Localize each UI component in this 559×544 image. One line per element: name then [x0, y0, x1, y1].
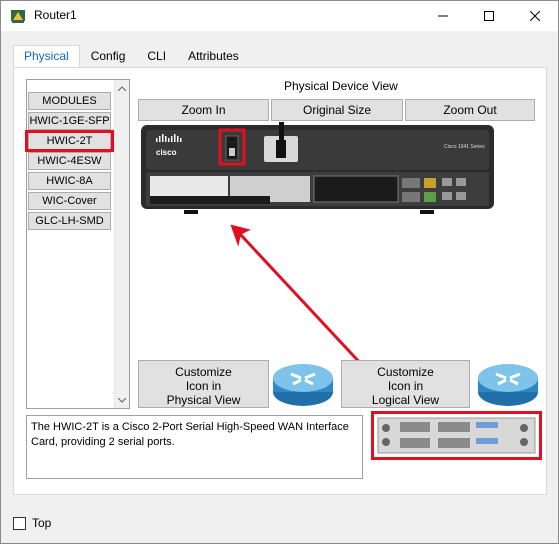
maximize-icon — [484, 11, 494, 21]
power-switch-toggle — [229, 148, 235, 156]
minimize-button[interactable] — [420, 1, 466, 31]
router-icon — [478, 364, 538, 406]
customize-physical-icon-button[interactable]: Customize Icon in Physical View — [138, 360, 269, 408]
router-window: Router1 Physical Config CLI Attributes M… — [0, 0, 559, 544]
module-hwic-1ge-sfp[interactable]: HWIC-1GE-SFP — [28, 112, 111, 130]
maximize-button[interactable] — [466, 1, 512, 31]
console-port[interactable] — [424, 178, 436, 188]
power-socket-hole — [276, 140, 286, 158]
usb-port-3[interactable] — [456, 192, 466, 200]
packet-tracer-icon — [11, 10, 25, 23]
usb-port-2[interactable] — [442, 192, 452, 200]
tab-physical[interactable]: Physical — [13, 45, 80, 68]
hwic-2t-module-image — [377, 417, 536, 454]
module-description: The HWIC-2T is a Cisco 2-Port Serial Hig… — [26, 415, 363, 479]
scroll-up-arrow[interactable] — [115, 80, 129, 96]
module-list-scrollbar[interactable] — [114, 80, 129, 408]
customize-physical-line-3: Physical View — [166, 393, 241, 407]
compact-flash-slot — [150, 196, 270, 204]
physical-device-view-heading: Physical Device View — [284, 79, 398, 93]
tab-bar: Physical Config CLI Attributes — [13, 45, 250, 68]
minimize-icon — [438, 15, 448, 17]
usb-port-1[interactable] — [456, 178, 466, 186]
window-title: Router1 — [34, 8, 77, 22]
original-size-button[interactable]: Original Size — [271, 99, 403, 121]
customize-logical-line-1: Customize — [377, 365, 434, 379]
physical-panel: MODULES HWIC-1GE-SFP HWIC-2T HWIC-4ESW H… — [13, 67, 547, 495]
module-hwic-4esw[interactable]: HWIC-4ESW — [28, 152, 111, 170]
tab-cli[interactable]: CLI — [136, 45, 177, 67]
router-model-label: Cisco 1941 Series — [444, 144, 485, 150]
close-icon — [530, 11, 540, 21]
tab-config[interactable]: Config — [80, 45, 137, 67]
gigabit-port-1[interactable] — [402, 192, 420, 202]
router-icon — [273, 364, 333, 406]
tab-attributes[interactable]: Attributes — [177, 45, 250, 67]
module-hwic-8a[interactable]: HWIC-8A — [28, 172, 111, 190]
chevron-up-icon — [118, 85, 126, 91]
top-label: Top — [32, 516, 52, 530]
module-wic-cover[interactable]: WIC-Cover — [28, 192, 111, 210]
module-glc-lh-smd[interactable]: GLC-LH-SMD — [28, 212, 111, 230]
aux-port[interactable] — [424, 192, 436, 202]
scroll-down-arrow[interactable] — [115, 392, 129, 408]
zoom-out-button[interactable]: Zoom Out — [405, 99, 535, 121]
router-foot-left — [184, 210, 198, 214]
customize-physical-line-2: Icon in — [185, 379, 222, 393]
customize-logical-icon-button[interactable]: Customize Icon in Logical View — [341, 360, 470, 408]
router-brand-text: cisco — [156, 148, 177, 157]
ehwic-slot-1[interactable] — [313, 175, 399, 203]
customize-logical-line-3: Logical View — [371, 393, 440, 407]
gigabit-port-0[interactable] — [402, 178, 420, 188]
module-header: MODULES — [28, 92, 111, 110]
chevron-down-icon — [118, 397, 126, 403]
module-list: MODULES HWIC-1GE-SFP HWIC-2T HWIC-4ESW H… — [25, 79, 130, 409]
power-cable — [279, 118, 284, 142]
usb-port-0[interactable] — [442, 178, 452, 186]
selected-module-highlight — [25, 130, 114, 152]
top-checkbox[interactable] — [13, 516, 26, 530]
top-checkbox-row[interactable]: Top — [13, 516, 51, 530]
close-button[interactable] — [512, 1, 558, 31]
customize-physical-line-1: Customize — [175, 365, 232, 379]
router-foot-right — [420, 210, 434, 214]
router-top-panel — [146, 130, 489, 170]
title-bar: Router1 — [1, 1, 558, 31]
zoom-in-button[interactable]: Zoom In — [138, 99, 269, 121]
module-preview-highlight — [371, 411, 542, 460]
customize-logical-line-2: Icon in — [387, 379, 424, 393]
